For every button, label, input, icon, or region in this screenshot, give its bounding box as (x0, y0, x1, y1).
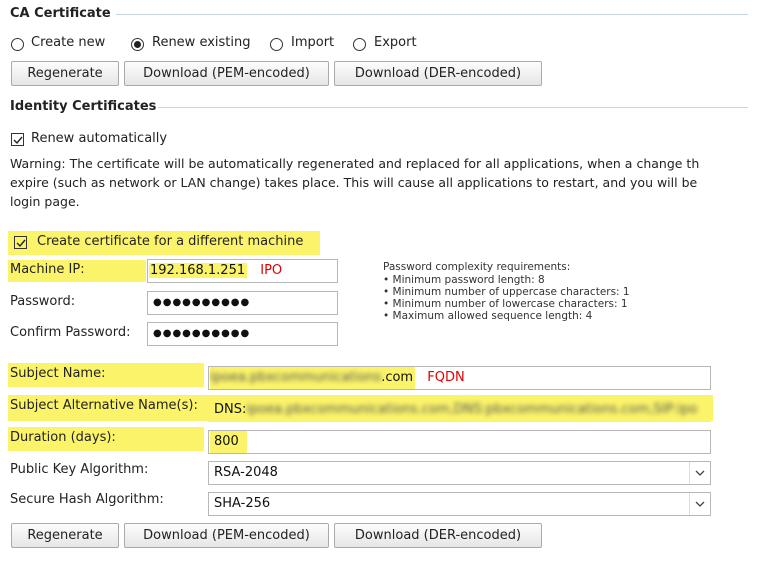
radio-create-new-label: Create new (31, 35, 106, 50)
ca-download-pem-button[interactable]: Download (PEM-encoded) (124, 61, 329, 86)
identity-certificates-title: Identity Certificates (10, 99, 157, 114)
subject-alt-name-label: Subject Alternative Name(s): (10, 398, 198, 413)
radio-import-label: Import (291, 35, 335, 50)
ipo-annotation: IPO (260, 263, 283, 278)
subject-alt-name-prefix: DNS: (214, 402, 247, 417)
secure-hash-algorithm-label: Secure Hash Algorithm: (10, 492, 164, 507)
password-requirement-item: • Minimum number of lowercase characters… (383, 298, 628, 310)
ca-certificate-title: CA Certificate (10, 6, 111, 21)
password-requirement-item: • Minimum number of uppercase characters… (383, 286, 630, 298)
public-key-algorithm-value: RSA-2048 (214, 465, 278, 480)
different-machine-label: Create certificate for a different machi… (37, 234, 304, 249)
checkmark-icon (13, 136, 23, 145)
identity-download-der-button[interactable]: Download (DER-encoded) (334, 523, 542, 548)
password-requirement-item: • Maximum allowed sequence length: 4 (383, 310, 593, 322)
warning-text-line: Warning: The certificate will be automat… (10, 156, 700, 171)
chevron-down-icon (689, 462, 710, 484)
password-input[interactable]: ●●●●●●●●●● (147, 291, 338, 315)
radio-create-new[interactable] (11, 38, 24, 51)
identity-regenerate-button[interactable]: Regenerate (11, 523, 119, 548)
radio-renew-existing[interactable] (131, 38, 144, 51)
public-key-algorithm-label: Public Key Algorithm: (10, 462, 149, 477)
warning-text-line: login page. (10, 194, 80, 209)
subject-name-suffix: .com (381, 370, 414, 385)
duration-label: Duration (days): (10, 430, 116, 445)
fqdn-annotation: FQDN (427, 370, 465, 385)
subject-name-obscured: ipoea.pbxcommunications (210, 370, 382, 385)
confirm-password-input[interactable]: ●●●●●●●●●● (147, 322, 338, 346)
checkmark-icon (16, 239, 26, 248)
identity-download-pem-button[interactable]: Download (PEM-encoded) (124, 523, 329, 548)
subject-alt-name-obscured: ipoea.pbxcommunications.com,DNS:pbxcommu… (246, 402, 698, 417)
confirm-password-label: Confirm Password: (10, 325, 131, 340)
password-requirement-item: • Minimum password length: 8 (383, 274, 545, 286)
section-divider (158, 107, 748, 108)
radio-export[interactable] (353, 38, 366, 51)
subject-alt-name-input[interactable]: DNS:ipoea.pbxcommunications.com,DNS:pbxc… (208, 398, 711, 422)
duration-input[interactable]: 800 (208, 430, 711, 454)
different-machine-checkbox[interactable] (14, 236, 27, 249)
radio-import[interactable] (270, 38, 283, 51)
password-label: Password: (10, 294, 76, 309)
ca-download-der-button[interactable]: Download (DER-encoded) (334, 61, 542, 86)
radio-renew-existing-label: Renew existing (152, 35, 251, 50)
section-divider (116, 14, 748, 15)
warning-text-line: expire (such as network or LAN change) t… (10, 175, 698, 190)
ca-regenerate-button[interactable]: Regenerate (11, 61, 119, 86)
chevron-down-icon (689, 493, 710, 515)
public-key-algorithm-select[interactable]: RSA-2048 (208, 461, 711, 485)
subject-name-label: Subject Name: (10, 366, 106, 381)
machine-ip-label: Machine IP: (10, 262, 85, 277)
secure-hash-algorithm-select[interactable]: SHA-256 (208, 492, 711, 516)
radio-export-label: Export (374, 35, 417, 50)
renew-automatically-checkbox[interactable] (11, 133, 24, 146)
password-requirements-title: Password complexity requirements: (383, 261, 571, 273)
renew-automatically-label: Renew automatically (31, 131, 168, 146)
subject-name-input[interactable]: ipoea.pbxcommunications.com FQDN (208, 366, 711, 390)
duration-value: 800 (210, 431, 247, 453)
machine-ip-value: 192.168.1.251 (149, 263, 248, 278)
secure-hash-algorithm-value: SHA-256 (214, 496, 271, 511)
machine-ip-input[interactable]: 192.168.1.251 IPO (147, 259, 338, 283)
